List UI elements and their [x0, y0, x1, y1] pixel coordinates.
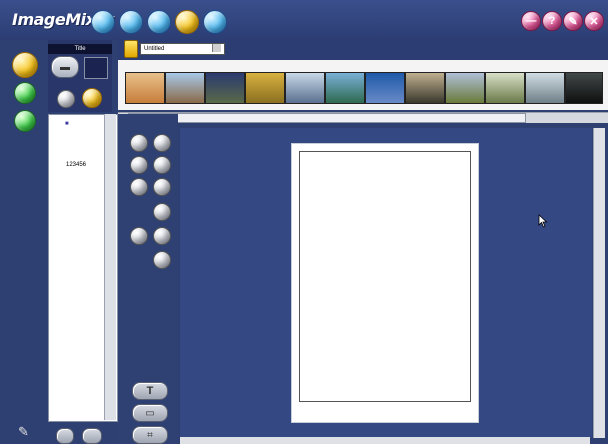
- tools-glyph: ✎: [568, 15, 578, 28]
- folder-open-icon[interactable]: [82, 88, 102, 108]
- camera-icon[interactable]: [203, 10, 227, 34]
- pen-icon[interactable]: [153, 251, 171, 269]
- crop-icon: ⌗: [147, 429, 153, 441]
- print-button[interactable]: [82, 428, 102, 444]
- thumbnail-sky[interactable]: [365, 72, 405, 104]
- close-icon[interactable]: ✕: [584, 11, 604, 31]
- page-frame[interactable]: [299, 151, 471, 402]
- minimize-icon[interactable]: —: [521, 11, 541, 31]
- thumbnail-table[interactable]: [405, 72, 445, 104]
- bring-forward-icon[interactable]: [130, 156, 148, 174]
- help-icon[interactable]: ?: [542, 11, 562, 31]
- page-list-scrollbar[interactable]: [104, 114, 116, 420]
- thumbnail-bridge[interactable]: [445, 72, 485, 104]
- image-icon[interactable]: [130, 227, 148, 245]
- ok-tool-button[interactable]: ▭: [132, 404, 168, 422]
- panel-title: Title: [48, 44, 112, 54]
- lock-icon[interactable]: [153, 227, 171, 245]
- canvas-vertical-scrollbar[interactable]: [593, 128, 605, 438]
- grid-icon[interactable]: [57, 90, 75, 108]
- thumbnail-coast[interactable]: [525, 72, 565, 104]
- thumbnail-field[interactable]: [245, 72, 285, 104]
- thumbnail-lake[interactable]: [325, 72, 365, 104]
- layer-icon[interactable]: [130, 178, 148, 196]
- paste-icon[interactable]: [153, 134, 171, 152]
- copy-icon[interactable]: [130, 134, 148, 152]
- send-backward-icon[interactable]: [153, 156, 171, 174]
- wrench-icon[interactable]: ✎: [18, 424, 34, 440]
- edit-mode-icon[interactable]: [14, 82, 36, 104]
- minimize-glyph: —: [525, 15, 537, 27]
- share-mode-icon[interactable]: [14, 110, 36, 132]
- crop-tool-button[interactable]: ⌗: [132, 426, 168, 444]
- album-mode-icon[interactable]: [12, 52, 38, 78]
- canvas-horizontal-scrollbar[interactable]: [180, 437, 590, 444]
- printer-icon[interactable]: [91, 10, 115, 34]
- frame-icon: ▬: [60, 61, 70, 73]
- thumbnail-colosseum[interactable]: [165, 72, 205, 104]
- thumbnail-landscape[interactable]: [205, 72, 245, 104]
- list-item-number: 123456: [66, 162, 87, 168]
- help-glyph: ?: [548, 15, 556, 27]
- list-marker: ■: [65, 121, 69, 127]
- photo-icon[interactable]: [175, 10, 199, 34]
- tools-icon[interactable]: ✎: [563, 11, 583, 31]
- mouse-cursor-icon: [538, 214, 548, 228]
- close-glyph: ✕: [589, 15, 599, 28]
- thumbnail-meadow[interactable]: [485, 72, 525, 104]
- trash-button[interactable]: [56, 428, 74, 444]
- text-icon: T: [146, 385, 154, 397]
- text-tool-button[interactable]: T: [132, 382, 168, 400]
- frame-tool-icon[interactable]: [153, 203, 171, 221]
- document-icon[interactable]: [124, 40, 138, 58]
- thumbnail-scroll-thumb[interactable]: [128, 113, 526, 123]
- disc-icon[interactable]: [147, 10, 171, 34]
- thumbnail-dark[interactable]: [565, 72, 603, 104]
- split-layout-button[interactable]: [84, 57, 108, 79]
- chevron-down-icon[interactable]: [212, 44, 221, 52]
- folder-icon[interactable]: [119, 10, 143, 34]
- balloon-icon: ▭: [145, 407, 155, 419]
- thumbnail-desert[interactable]: [125, 72, 165, 104]
- frame-layout-button[interactable]: ▬: [51, 56, 79, 78]
- effect-icon[interactable]: [153, 178, 171, 196]
- thumbnail-waterfall[interactable]: [285, 72, 325, 104]
